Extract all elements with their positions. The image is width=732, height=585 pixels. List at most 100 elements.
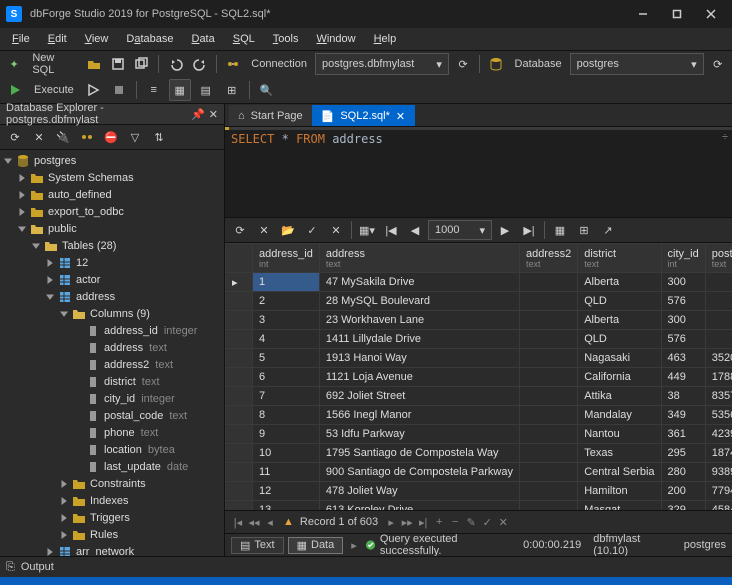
tree-node-indexes[interactable]: Indexes <box>0 492 224 509</box>
tree-node-columns-folder[interactable]: Columns (9) <box>0 305 224 322</box>
prev-page-button[interactable]: ◀ <box>404 219 426 241</box>
collapse-button[interactable]: ✕ <box>28 126 50 148</box>
rollback-button[interactable]: ✕ <box>325 219 347 241</box>
tree-node-column[interactable]: addresstext <box>0 339 224 356</box>
debug-button[interactable] <box>82 79 104 101</box>
new-connection-button[interactable]: 🔌 <box>52 126 74 148</box>
menu-view[interactable]: View <box>77 31 117 47</box>
table-row[interactable]: 13613 Korolev DriveMasqat329458443806575… <box>226 501 732 511</box>
nav-prev-button[interactable]: ◂ <box>263 516 277 529</box>
nav-confirm-button[interactable]: ✓ <box>480 516 494 529</box>
open-grid-button[interactable]: 📂 <box>277 219 299 241</box>
filter-button[interactable]: ▽ <box>124 126 146 148</box>
grid-view-button[interactable]: ▦ <box>169 79 191 101</box>
tree-node-column[interactable]: address2text <box>0 356 224 373</box>
nav-delete-button[interactable]: − <box>448 516 462 529</box>
table-row[interactable]: ▸147 MySakila DriveAlberta300⋯ <box>226 273 732 292</box>
table-row[interactable]: 953 Idfu ParkwayNantou361423991065564867… <box>226 425 732 444</box>
new-sql-label[interactable]: New SQL <box>28 52 79 76</box>
tree-node-schema-public[interactable]: public <box>0 220 224 237</box>
view-tab-text[interactable]: ▤ Text <box>231 537 284 554</box>
sort-button[interactable]: ⇅ <box>148 126 170 148</box>
column-header[interactable]: address2text <box>519 244 577 273</box>
tree-node-column[interactable]: locationbytea <box>0 441 224 458</box>
chart-button[interactable]: ⊞ <box>221 79 243 101</box>
undo-button[interactable] <box>165 53 185 75</box>
column-header[interactable]: districttext <box>578 244 661 273</box>
table-row[interactable]: 51913 Hanoi WayNagasaki46335200283033842… <box>226 349 732 368</box>
table-row[interactable]: 7692 Joliet StreetAttika3883579448477190… <box>226 387 732 406</box>
execute-label[interactable]: Execute <box>30 84 78 96</box>
nav-next-button[interactable]: ▸ <box>384 516 398 529</box>
menu-data[interactable]: Data <box>183 31 222 47</box>
page-size-input[interactable]: 1000▾ <box>428 220 492 240</box>
tree-node-column[interactable]: address_idinteger <box>0 322 224 339</box>
connection-dropdown[interactable]: postgres.dbfmylast▾ <box>315 53 449 75</box>
disconnect-button[interactable]: ⛔ <box>100 126 122 148</box>
nav-cancel-button[interactable]: ✕ <box>496 516 510 529</box>
next-page-button[interactable]: ▶ <box>494 219 516 241</box>
menu-help[interactable]: Help <box>366 31 405 47</box>
menu-database[interactable]: Database <box>118 31 181 47</box>
nav-first-button[interactable]: |◂ <box>231 516 245 529</box>
tree-node-triggers[interactable]: Triggers <box>0 509 224 526</box>
menu-edit[interactable]: Edit <box>40 31 75 47</box>
table-row[interactable]: 81566 Inegl ManorMandalay349535617058140… <box>226 406 732 425</box>
redo-button[interactable] <box>190 53 210 75</box>
table-row[interactable]: 323 Workhaven LaneAlberta30014033335568⋯ <box>226 311 732 330</box>
refresh-database-button[interactable]: ⟳ <box>708 53 728 75</box>
new-sql-button[interactable]: ✦ <box>4 53 24 75</box>
find-button[interactable]: 🔍 <box>256 79 278 101</box>
nav-add-button[interactable]: + <box>432 516 446 529</box>
table-row[interactable]: 61121 Loja AvenueCalifornia4491788683863… <box>226 368 732 387</box>
tree-node-schema[interactable]: export_to_odbc <box>0 203 224 220</box>
stop-button[interactable] <box>108 79 130 101</box>
nav-prev-page-button[interactable]: ◂◂ <box>247 516 261 529</box>
nav-edit-button[interactable]: ✎ <box>464 516 478 529</box>
tree-node-column[interactable]: phonetext <box>0 424 224 441</box>
menu-file[interactable]: File <box>4 31 38 47</box>
column-header[interactable]: postal_codetext <box>705 244 732 273</box>
panel-close-icon[interactable]: ✕ <box>209 108 218 121</box>
menu-sql[interactable]: SQL <box>225 31 263 47</box>
database-dropdown[interactable]: postgres▾ <box>570 53 704 75</box>
object-tree[interactable]: postgresSystem Schemasauto_definedexport… <box>0 150 224 556</box>
menu-tools[interactable]: Tools <box>265 31 307 47</box>
last-page-button[interactable]: ▶| <box>518 219 540 241</box>
save-all-button[interactable] <box>132 53 152 75</box>
column-header[interactable]: city_idint <box>661 244 705 273</box>
pivot-button[interactable]: ⊞ <box>573 219 595 241</box>
tree-node-column[interactable]: city_idinteger <box>0 390 224 407</box>
connect-db-button[interactable] <box>76 126 98 148</box>
table-row[interactable]: 41411 Lillydale DriveQLD5766172235589⋯ <box>226 330 732 349</box>
minimize-button[interactable] <box>626 3 660 25</box>
open-file-button[interactable] <box>83 53 103 75</box>
tree-node-system-schemas[interactable]: System Schemas <box>0 169 224 186</box>
commit-button[interactable]: ✓ <box>301 219 323 241</box>
tree-node-schema[interactable]: auto_defined <box>0 186 224 203</box>
refresh-connection-button[interactable]: ⟳ <box>453 53 473 75</box>
tree-node-table[interactable]: actor <box>0 271 224 288</box>
view-tab-data[interactable]: ▦ Data <box>288 537 344 554</box>
tree-node-column[interactable]: postal_codetext <box>0 407 224 424</box>
table-row[interactable]: 101795 Santiago de Compostela WayTexas29… <box>226 444 732 463</box>
tree-node-column[interactable]: districttext <box>0 373 224 390</box>
refresh-button[interactable]: ⟳ <box>4 126 26 148</box>
add-view-tab-button[interactable]: ▸ <box>347 539 361 552</box>
collapse-editor-icon[interactable]: ÷ <box>722 131 728 143</box>
sql-editor[interactable]: SELECT * FROM address ÷ <box>225 127 732 218</box>
cancel-grid-button[interactable]: ✕ <box>253 219 275 241</box>
output-panel-button[interactable]: ⎘ Output <box>0 556 732 577</box>
column-header[interactable]: address_idint <box>253 244 320 273</box>
tab-close-icon[interactable]: ✕ <box>396 110 406 123</box>
table-row[interactable]: 12478 Joliet WayHamilton2007794865728228… <box>226 482 732 501</box>
text-view-button[interactable]: ▤ <box>195 79 217 101</box>
tree-node-constraints[interactable]: Constraints <box>0 475 224 492</box>
tree-node-database[interactable]: postgres <box>0 152 224 169</box>
nav-next-page-button[interactable]: ▸▸ <box>400 516 414 529</box>
table-row[interactable]: 228 MySQL BoulevardQLD576⋯ <box>226 292 732 311</box>
tree-node-column[interactable]: last_updatedate <box>0 458 224 475</box>
tab-start-page[interactable]: ⌂ Start Page <box>229 105 312 126</box>
tree-node-rules[interactable]: Rules <box>0 526 224 543</box>
first-page-button[interactable]: |◀ <box>380 219 402 241</box>
